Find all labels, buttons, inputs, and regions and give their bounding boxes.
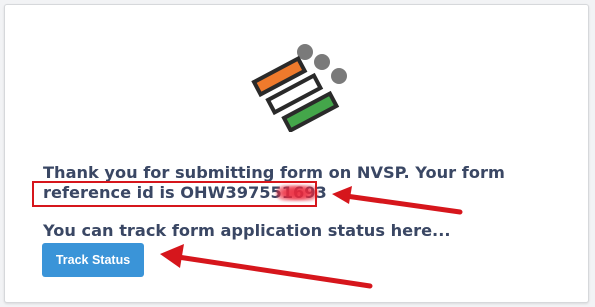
confirmation-message: Thank you for submitting form on NVSP. Y… <box>43 163 563 203</box>
eci-ballot-logo-icon <box>251 44 347 132</box>
track-status-button[interactable]: Track Status <box>42 243 144 277</box>
track-status-prompt: You can track form application status he… <box>43 221 451 240</box>
reference-line: reference id is OHW397551693 <box>43 183 563 203</box>
redaction-mark <box>276 185 319 201</box>
reference-prefix: reference id is <box>43 183 181 202</box>
confirmation-line-1: Thank you for submitting form on NVSP. Y… <box>43 163 505 182</box>
reference-id: OHW397551693 <box>180 183 327 203</box>
